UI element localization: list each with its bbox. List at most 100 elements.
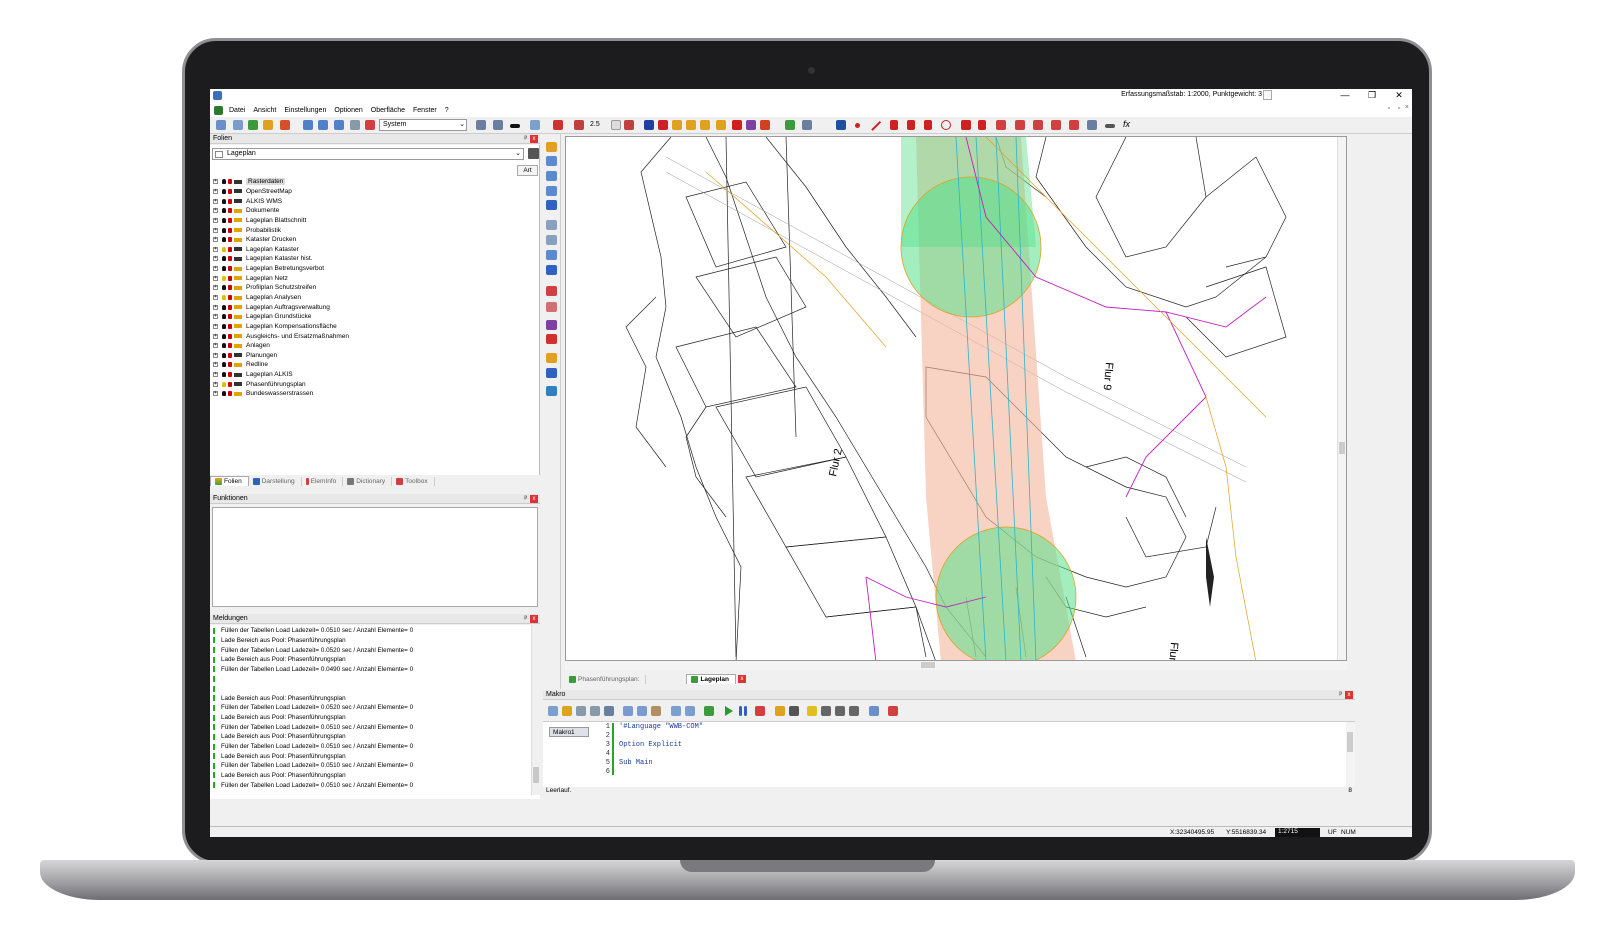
visibility-bulb-icon[interactable] bbox=[222, 275, 226, 281]
pin-icon[interactable]: ᵖ bbox=[524, 494, 527, 504]
pencil-icon[interactable] bbox=[546, 200, 557, 210]
run-icon[interactable] bbox=[725, 706, 733, 716]
save-icon[interactable] bbox=[528, 148, 539, 159]
layer-row[interactable]: + Redline bbox=[210, 360, 550, 370]
system-combo[interactable]: System ⌄ bbox=[379, 119, 467, 131]
layer-row[interactable]: + ALKIS WMS bbox=[210, 196, 550, 206]
expand-icon[interactable]: + bbox=[213, 266, 218, 272]
tab-lageplan[interactable]: Lageplan bbox=[686, 674, 736, 684]
measure-icon[interactable] bbox=[760, 120, 770, 130]
chart-icon[interactable] bbox=[1051, 120, 1061, 130]
layer-row[interactable]: + Phasenführungsplan bbox=[210, 379, 550, 389]
expand-icon[interactable]: + bbox=[213, 217, 218, 223]
tab-eleminfo[interactable]: ElemInfo bbox=[302, 476, 344, 486]
tree-icon[interactable] bbox=[248, 120, 258, 130]
layer-row[interactable]: + Lageplan Kataster hist. bbox=[210, 254, 550, 264]
lock-icon[interactable] bbox=[228, 208, 232, 214]
lock-icon[interactable] bbox=[228, 198, 232, 204]
text-tool-icon[interactable] bbox=[978, 120, 986, 130]
makro-close-button[interactable]: x bbox=[1345, 691, 1353, 699]
new-macro-icon[interactable] bbox=[548, 706, 558, 716]
expand-icon[interactable]: + bbox=[213, 323, 218, 329]
lock-icon[interactable] bbox=[228, 343, 232, 349]
layer-row[interactable]: + Lageplan Grundstücke bbox=[210, 312, 550, 322]
mdi-restore-icon[interactable]: ▫ bbox=[1388, 105, 1390, 112]
layer-row[interactable]: + Bundeswasserstrassen bbox=[210, 389, 550, 399]
select-arrow-icon[interactable] bbox=[644, 120, 654, 130]
formula-icon[interactable]: fx bbox=[1123, 119, 1130, 129]
line-style-icon[interactable] bbox=[510, 124, 520, 128]
settings-icon[interactable] bbox=[216, 120, 226, 130]
no-entry-icon[interactable] bbox=[546, 334, 557, 344]
menu-ansicht[interactable]: Ansicht bbox=[253, 107, 276, 114]
step-into-icon[interactable] bbox=[821, 706, 831, 716]
lock-icon[interactable] bbox=[228, 304, 232, 310]
grid-icon[interactable] bbox=[746, 120, 756, 130]
makro-tab[interactable]: Makro1 bbox=[549, 727, 589, 737]
circle-tool-icon[interactable] bbox=[941, 120, 951, 130]
watch-icon[interactable] bbox=[789, 706, 799, 716]
save-macro-icon[interactable] bbox=[576, 706, 586, 716]
expand-icon[interactable]: + bbox=[213, 295, 218, 300]
code-line[interactable]: '#Language "WWB-COM" bbox=[619, 723, 1339, 732]
undo-icon[interactable] bbox=[530, 120, 540, 130]
expand-icon[interactable]: + bbox=[213, 275, 218, 281]
expand-icon[interactable]: + bbox=[213, 227, 218, 233]
visibility-bulb-icon[interactable] bbox=[222, 188, 226, 194]
lock-icon[interactable] bbox=[228, 323, 232, 329]
minimize-button[interactable]: — bbox=[1338, 90, 1352, 100]
globe-icon[interactable] bbox=[785, 120, 795, 130]
line-tool-icon[interactable] bbox=[871, 120, 881, 131]
visibility-bulb-icon[interactable] bbox=[222, 208, 226, 214]
expand-icon[interactable]: + bbox=[213, 333, 218, 339]
zoom-extent-icon[interactable] bbox=[546, 220, 557, 230]
expand-icon[interactable]: + bbox=[213, 391, 218, 397]
lock-icon[interactable] bbox=[228, 285, 232, 291]
expand-icon[interactable]: + bbox=[213, 237, 218, 243]
code-area[interactable]: '#Language "WWB-COM" Option Explicit Sub M… bbox=[619, 723, 1339, 777]
pen-width-value[interactable]: 2.5 bbox=[590, 121, 600, 128]
properties-icon[interactable] bbox=[233, 120, 243, 130]
save-all-icon[interactable] bbox=[590, 706, 600, 716]
layer-row[interactable]: + Lageplan Kompensationsfläche bbox=[210, 322, 550, 332]
arc-tool-icon[interactable] bbox=[924, 120, 932, 130]
lock-icon[interactable] bbox=[228, 314, 232, 320]
dimension-icon[interactable] bbox=[996, 120, 1006, 130]
expand-icon[interactable]: + bbox=[213, 256, 218, 262]
layer-row[interactable]: + Rasterdaten bbox=[210, 177, 550, 187]
print-icon[interactable] bbox=[476, 120, 486, 130]
close-button[interactable]: ✕ bbox=[1392, 90, 1406, 101]
clear-filter-icon[interactable] bbox=[546, 302, 557, 312]
step-icon[interactable] bbox=[807, 706, 817, 716]
code-line[interactable] bbox=[619, 732, 1339, 741]
tools-icon[interactable] bbox=[365, 120, 375, 130]
split-icon[interactable] bbox=[700, 120, 710, 130]
layer-row[interactable]: + Lageplan Analysen bbox=[210, 293, 550, 303]
lock-icon[interactable] bbox=[228, 256, 232, 262]
expand-icon[interactable]: + bbox=[213, 179, 218, 185]
scale-readout[interactable]: 1:2715 bbox=[1275, 828, 1320, 837]
scale-dropdown-button[interactable] bbox=[1263, 90, 1272, 100]
visibility-bulb-icon[interactable] bbox=[222, 381, 226, 387]
mdi-maximize-icon[interactable]: ▫ bbox=[1398, 105, 1400, 112]
layer-row[interactable]: + Ausgleichs- und Ersatzmaßnahmen bbox=[210, 331, 550, 341]
tab-dictionary[interactable]: Dictionary bbox=[343, 476, 393, 486]
lock-icon[interactable] bbox=[228, 179, 232, 185]
copy-macro-icon[interactable] bbox=[637, 706, 647, 716]
step-out-icon[interactable] bbox=[849, 706, 859, 716]
lageplan-combo[interactable]: Lageplan ⌄ bbox=[212, 148, 524, 160]
lock-icon[interactable] bbox=[228, 372, 232, 378]
map-view[interactable]: Flur 2 Flur 9 Flur bbox=[565, 136, 1347, 661]
visibility-bulb-icon[interactable] bbox=[222, 362, 226, 368]
lock-icon[interactable] bbox=[228, 352, 232, 358]
map-vertical-scrollbar[interactable] bbox=[1337, 137, 1346, 660]
tab-darstellung[interactable]: Darstellung bbox=[249, 476, 302, 486]
visibility-bulb-icon[interactable] bbox=[222, 343, 226, 349]
layer-row[interactable]: + Anlagen bbox=[210, 341, 550, 351]
layer-row[interactable]: + Lageplan Netz bbox=[210, 273, 550, 283]
polygon-tool-icon[interactable] bbox=[961, 120, 971, 130]
expand-icon[interactable]: + bbox=[213, 208, 218, 214]
visibility-bulb-icon[interactable] bbox=[222, 304, 226, 310]
tab-folien[interactable]: Folien bbox=[210, 476, 249, 486]
code-vscroll-thumb[interactable] bbox=[1347, 732, 1353, 752]
